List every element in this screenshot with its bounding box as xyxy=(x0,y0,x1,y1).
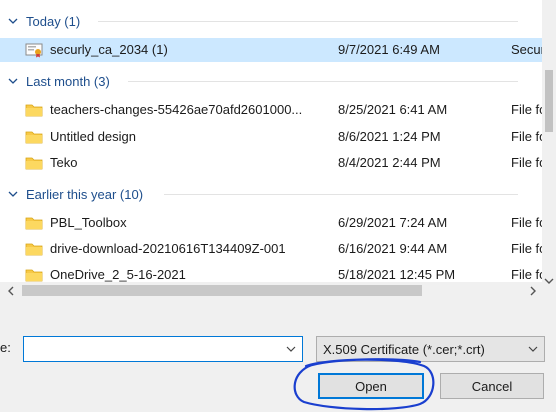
certificate-file-icon xyxy=(25,43,43,58)
file-type: File fo xyxy=(511,267,542,282)
group-header-today[interactable]: Today (1) xyxy=(8,11,80,31)
file-row-pbl-toolbox[interactable]: PBL_Toolbox 6/29/2021 7:24 AM File fo xyxy=(0,211,542,235)
group-label: Earlier this year (10) xyxy=(26,186,144,202)
chevron-down-icon xyxy=(528,346,538,352)
chevron-down-icon xyxy=(8,78,18,84)
folder-icon xyxy=(25,157,43,170)
file-type: File fo xyxy=(511,241,542,256)
file-type-filter-value: X.509 Certificate (*.cer;*.crt) xyxy=(323,342,485,357)
cut-off-title-fragment: ​ xyxy=(0,0,540,6)
folder-icon xyxy=(25,131,43,144)
open-button-label: Open xyxy=(355,378,387,394)
file-date: 8/25/2021 6:41 AM xyxy=(338,102,448,117)
group-divider xyxy=(128,81,518,82)
file-name-input[interactable] xyxy=(23,336,303,362)
chevron-right-icon[interactable] xyxy=(528,286,538,296)
file-row-untitled-design[interactable]: Untitled design 8/6/2021 1:24 PM File fo xyxy=(0,125,542,149)
file-type: File fo xyxy=(511,129,542,144)
file-name: Teko xyxy=(50,155,78,170)
file-date: 6/29/2021 7:24 AM xyxy=(338,215,448,230)
folder-icon xyxy=(25,217,43,230)
group-divider xyxy=(164,194,518,195)
file-name: OneDrive_2_5-16-2021 xyxy=(50,267,186,282)
group-label: Today (1) xyxy=(26,13,81,29)
vertical-scrollbar[interactable] xyxy=(542,0,556,296)
cancel-button-label: Cancel xyxy=(471,378,513,394)
file-name: Untitled design xyxy=(50,129,136,144)
file-type: File fo xyxy=(511,215,542,230)
chevron-down-icon[interactable] xyxy=(286,345,296,353)
cancel-button[interactable]: Cancel xyxy=(440,373,544,399)
file-date: 8/4/2021 2:44 PM xyxy=(338,155,441,170)
horizontal-scrollbar-thumb[interactable] xyxy=(22,285,422,296)
open-button[interactable]: Open xyxy=(318,373,424,399)
file-list[interactable]: Today (1) securly_ca_2034 (1) 9/7/2021 6… xyxy=(0,8,542,296)
file-row-securly-ca[interactable]: securly_ca_2034 (1) 9/7/2021 6:49 AM Sec… xyxy=(0,38,542,62)
file-type: File fo xyxy=(511,102,542,117)
chevron-left-icon[interactable] xyxy=(6,286,16,296)
group-header-last-month[interactable]: Last month (3) xyxy=(8,71,110,91)
file-type: Secur xyxy=(511,42,542,57)
group-header-earlier-this-year[interactable]: Earlier this year (10) xyxy=(8,184,143,204)
file-type: File fo xyxy=(511,155,542,170)
file-name: teachers-changes-55426ae70afd2601000... xyxy=(50,102,303,117)
file-name-label: e: xyxy=(0,340,11,355)
file-date: 5/18/2021 12:45 PM xyxy=(338,267,456,282)
folder-icon xyxy=(25,269,43,282)
file-date: 6/16/2021 9:44 AM xyxy=(338,241,448,256)
group-divider xyxy=(98,21,518,22)
file-type-filter-select[interactable]: X.509 Certificate (*.cer;*.crt) xyxy=(316,336,545,362)
file-date: 9/7/2021 6:49 AM xyxy=(338,42,440,57)
file-name: drive-download-20210616T134409Z-001 xyxy=(50,241,286,256)
folder-icon xyxy=(25,243,43,256)
file-row-drive-download[interactable]: drive-download-20210616T134409Z-001 6/16… xyxy=(0,237,542,261)
horizontal-scrollbar[interactable] xyxy=(0,282,542,296)
chevron-down-icon xyxy=(8,191,18,197)
file-row-teko[interactable]: Teko 8/4/2021 2:44 PM File fo xyxy=(0,151,542,175)
file-row-teachers-changes[interactable]: teachers-changes-55426ae70afd2601000... … xyxy=(0,98,542,122)
folder-icon xyxy=(25,104,43,117)
file-name: securly_ca_2034 (1) xyxy=(50,42,168,57)
group-label: Last month (3) xyxy=(26,73,110,89)
chevron-down-icon[interactable] xyxy=(544,276,554,286)
file-name: PBL_Toolbox xyxy=(50,215,127,230)
chevron-down-icon xyxy=(8,18,18,24)
file-date: 8/6/2021 1:24 PM xyxy=(338,129,441,144)
vertical-scrollbar-thumb[interactable] xyxy=(545,70,553,132)
